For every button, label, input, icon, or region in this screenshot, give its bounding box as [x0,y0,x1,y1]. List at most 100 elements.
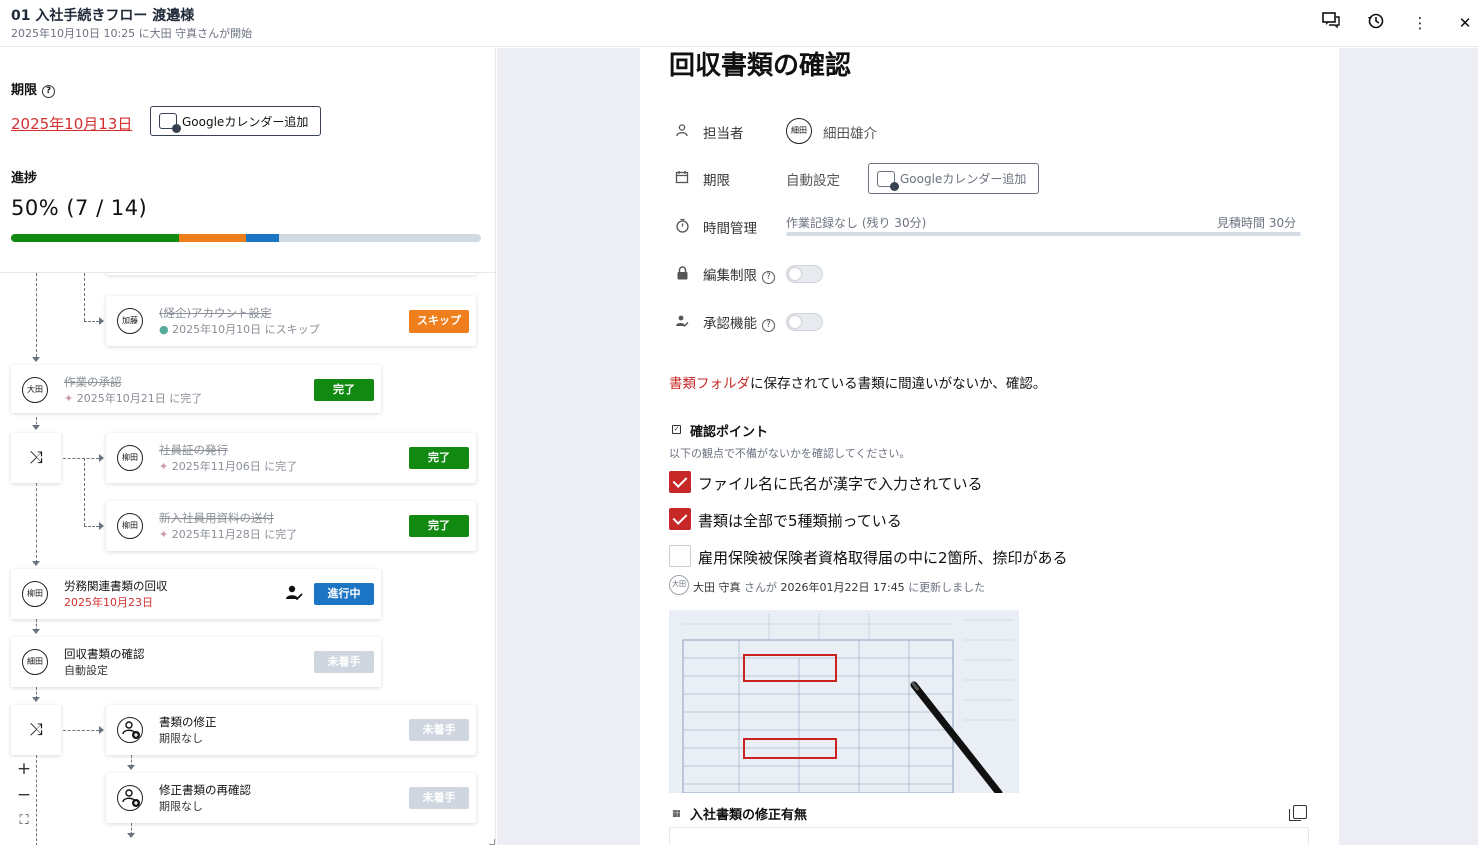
connector-arrow [99,726,104,734]
grid-icon: ▦ [672,809,681,819]
flow-card[interactable]: 書類の修正 期限なし 未着手 [106,705,476,755]
connector [36,755,37,845]
updater-name: 大田 守真 [693,581,741,594]
timer-icon [674,218,690,234]
flow-card[interactable]: 大田 作業の承認 ✦ 2025年10月21日 に完了 完了 [11,365,381,413]
fit-view-button[interactable]: ⛶ [12,809,36,833]
flow-card[interactable]: 柳田 新入社員用資料の送付 ✦ 2025年11月28日 に完了 完了 [106,501,476,551]
connector-arrow [99,317,104,325]
assignee-avatar[interactable]: 細田 [786,118,812,144]
more-menu-icon[interactable]: ⋮ [1408,12,1432,34]
status-badge: 未着手 [314,651,374,673]
flow-card-current[interactable]: 細田 回収書類の確認 自動設定 未着手 [11,637,381,687]
google-calendar-button[interactable]: Googleカレンダー追加 [150,106,321,136]
time-estimate: 見積時間 30分 [1217,216,1297,230]
connector [84,526,99,527]
progress-segment-in-progress [245,234,280,242]
task-title: 新入社員用資料の送付 [159,511,274,525]
task-title: 社員証の発行 [159,443,228,457]
branch-node[interactable]: ⤨ [11,705,61,755]
help-icon[interactable]: ? [42,85,56,98]
avatar: 加藤 [117,308,143,334]
deadline-value[interactable]: 2025年10月13日 [11,113,132,134]
flow-card-partial[interactable] [106,273,476,275]
status-badge: 完了 [314,379,374,401]
party-icon: ✦ [159,528,169,541]
document-image[interactable] [669,610,1019,793]
status-badge: 完了 [409,447,469,469]
checkbox-unchecked[interactable] [669,545,691,567]
calendar-icon [674,170,690,186]
connector [84,273,85,321]
flow-card[interactable]: 柳田 社員証の発行 ✦ 2025年11月06日 に完了 完了 [106,433,476,483]
progress-segment-skipped [178,234,246,242]
status-badge: 未着手 [409,719,469,741]
task-sub: ✦ 2025年10月21日 に完了 [64,392,203,405]
progress-text: 50% (7 / 14) [11,196,148,220]
connector-arrow [127,833,135,838]
header: 01 入社手続きフロー 渡邉様 2025年10月10日 10:25 に大田 守真… [0,0,1478,47]
connector-arrow [32,357,40,362]
google-calendar-label: Googleカレンダー追加 [182,114,309,129]
checkbox-label: ファイル名に氏名が漢字で入力されている [698,475,983,493]
help-icon[interactable]: ? [762,319,775,332]
user-add-icon [117,717,143,743]
deadline-value[interactable]: 自動設定 [786,169,840,189]
task-title: 労務関連書類の回収 [64,579,168,593]
flow-card[interactable]: 柳田 労務関連書類の回収 2025年10月23日 進行中 [11,569,381,619]
update-info: 大田 守真 さんが 2026年01月22日 17:45 に更新しました [693,579,985,595]
deadline-label: 期限? [11,79,56,98]
avatar: 大田 [22,377,48,403]
task-title: 書類の修正 [159,715,217,729]
help-icon[interactable]: ? [762,271,775,284]
select-field[interactable] [669,827,1309,845]
connector [36,273,37,357]
flow-sidebar: 期限? 2025年10月13日 Googleカレンダー追加 進捗 50% (7 … [0,48,496,845]
folder-link[interactable]: 書類フォルダ [669,376,750,392]
task-detail-title: 回収書類の確認 [669,51,852,81]
approval-toggle[interactable] [786,313,823,331]
update-timestamp: 2026年01月22日 17:45 [780,581,905,594]
task-sub: ● 2025年10月10日 にスキップ [159,323,320,336]
updater-avatar: 大田 [669,575,689,595]
task-detail-panel: 回収書類の確認 担当者 細田 細田雄介 期限 自動設定 Googleカレンダー追… [640,48,1339,845]
branch-node[interactable]: ⤨ [11,433,61,483]
connector-arrow [32,425,40,430]
checkbox-label: 書類は全部で5種類揃っている [698,512,902,530]
assignee-name[interactable]: 細田雄介 [823,122,877,142]
status-badge: 未着手 [409,787,469,809]
progress-bar [11,234,481,242]
google-calendar-button[interactable]: Googleカレンダー追加 [868,163,1039,194]
close-icon[interactable]: ✕ [1453,12,1477,34]
panel-gutter-right [1339,48,1478,845]
comments-icon[interactable] [1319,12,1343,34]
copy-icon[interactable] [1289,805,1307,821]
checkbox-checked[interactable] [669,471,691,493]
status-badge: 完了 [409,515,469,537]
avatar: 細田 [22,649,48,675]
branch-icon: ⤨ [29,448,43,468]
status-badge: スキップ [409,310,469,333]
section-title: 入社書類の修正有無 [690,808,808,823]
app-root: 01 入社手続きフロー 渡邉様 2025年10月10日 10:25 に大田 守真… [0,0,1478,845]
calendar-add-icon [159,113,181,133]
resize-handle[interactable] [489,839,495,845]
update-mid: さんが [744,581,777,594]
edit-limit-label: 編集制限? [703,264,775,284]
party-icon: ✦ [64,392,74,405]
connector-arrow [99,454,104,462]
lock-icon [674,266,690,282]
zoom-out-button[interactable]: − [12,783,36,807]
checkbox-checked[interactable] [669,508,691,530]
zoom-in-button[interactable]: + [12,757,36,781]
flow-title: 01 入社手続きフロー 渡邉様 [11,8,195,24]
time-record: 作業記録なし (残り 30分) [786,216,927,230]
flow-card[interactable]: 修正書類の再確認 期限なし 未着手 [106,773,476,823]
history-icon[interactable] [1364,12,1388,34]
connector-arrow [127,765,135,770]
avatar: 柳田 [117,513,143,539]
flow-card[interactable]: 加藤 (経企)アカウント設定 ● 2025年10月10日 にスキップ スキップ [106,296,476,346]
description-text: に保存されている書類に間違いがないか、確認。 [750,376,1047,392]
task-sub: ✦ 2025年11月28日 に完了 [159,528,298,541]
edit-limit-toggle[interactable] [786,265,823,283]
